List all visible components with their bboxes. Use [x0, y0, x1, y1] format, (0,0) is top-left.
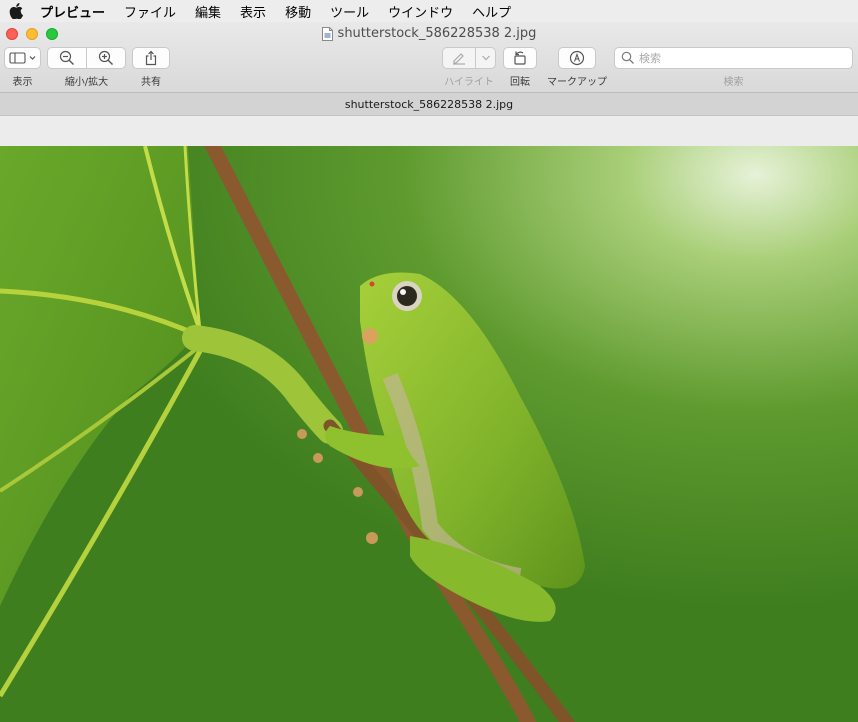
rotate-button[interactable] [503, 47, 537, 69]
menu-app-preview[interactable]: プレビュー [40, 2, 105, 21]
sidebar-icon [8, 52, 35, 64]
zoom-in-button[interactable] [86, 47, 126, 69]
menu-window[interactable]: ウインドウ [388, 2, 453, 21]
search-icon [621, 51, 634, 64]
document-image [0, 146, 858, 722]
zoom-in-icon [98, 50, 113, 65]
menu-help[interactable]: ヘルプ [472, 2, 511, 21]
content-margin [0, 116, 858, 146]
zoom-label: 縮小/拡大 [64, 77, 109, 88]
highlight-menu-button[interactable] [475, 47, 496, 69]
markup-button[interactable] [558, 47, 596, 69]
search-label: 検索 [723, 77, 744, 88]
document-tab-title: shutterstock_586228538 2.jpg [344, 97, 514, 111]
window-toolbar: shutterstock_586228538 2.jpg 表示 縮小/拡大 共有… [0, 22, 858, 93]
frog-photo [0, 146, 858, 722]
rotate-label: 回転 [510, 77, 530, 88]
window-title-text: shutterstock_586228538 2.jpg [337, 26, 537, 41]
share-label: 共有 [141, 77, 161, 88]
menu-go[interactable]: 移動 [285, 2, 311, 21]
search-placeholder: 検索 [639, 52, 661, 65]
share-icon [145, 50, 157, 66]
menu-bar: プレビュー ファイル 編集 表示 移動 ツール ウインドウ ヘルプ [0, 0, 858, 22]
document-icon[interactable] [321, 26, 333, 41]
highlighter-icon [453, 53, 465, 65]
search-input[interactable]: 検索 [614, 47, 853, 69]
view-menu-button[interactable] [4, 47, 41, 69]
menu-view[interactable]: 表示 [240, 2, 266, 21]
zoom-out-button[interactable] [47, 47, 87, 69]
apple-logo-icon[interactable] [9, 3, 23, 19]
highlight-button[interactable] [442, 47, 476, 69]
markup-label: マークアップ [547, 77, 607, 88]
highlight-label: ハイライト [444, 77, 494, 88]
rotate-icon [514, 51, 526, 65]
chevron-down-icon [481, 55, 490, 61]
share-button[interactable] [132, 47, 170, 69]
view-label: 表示 [12, 77, 33, 88]
zoom-out-icon [59, 50, 74, 65]
markup-icon [569, 50, 585, 66]
document-tab[interactable]: shutterstock_586228538 2.jpg [0, 93, 858, 116]
menu-file[interactable]: ファイル [124, 2, 176, 21]
menu-tools[interactable]: ツール [330, 2, 369, 21]
menu-edit[interactable]: 編集 [195, 2, 221, 21]
window-title: shutterstock_586228538 2.jpg [0, 26, 858, 41]
